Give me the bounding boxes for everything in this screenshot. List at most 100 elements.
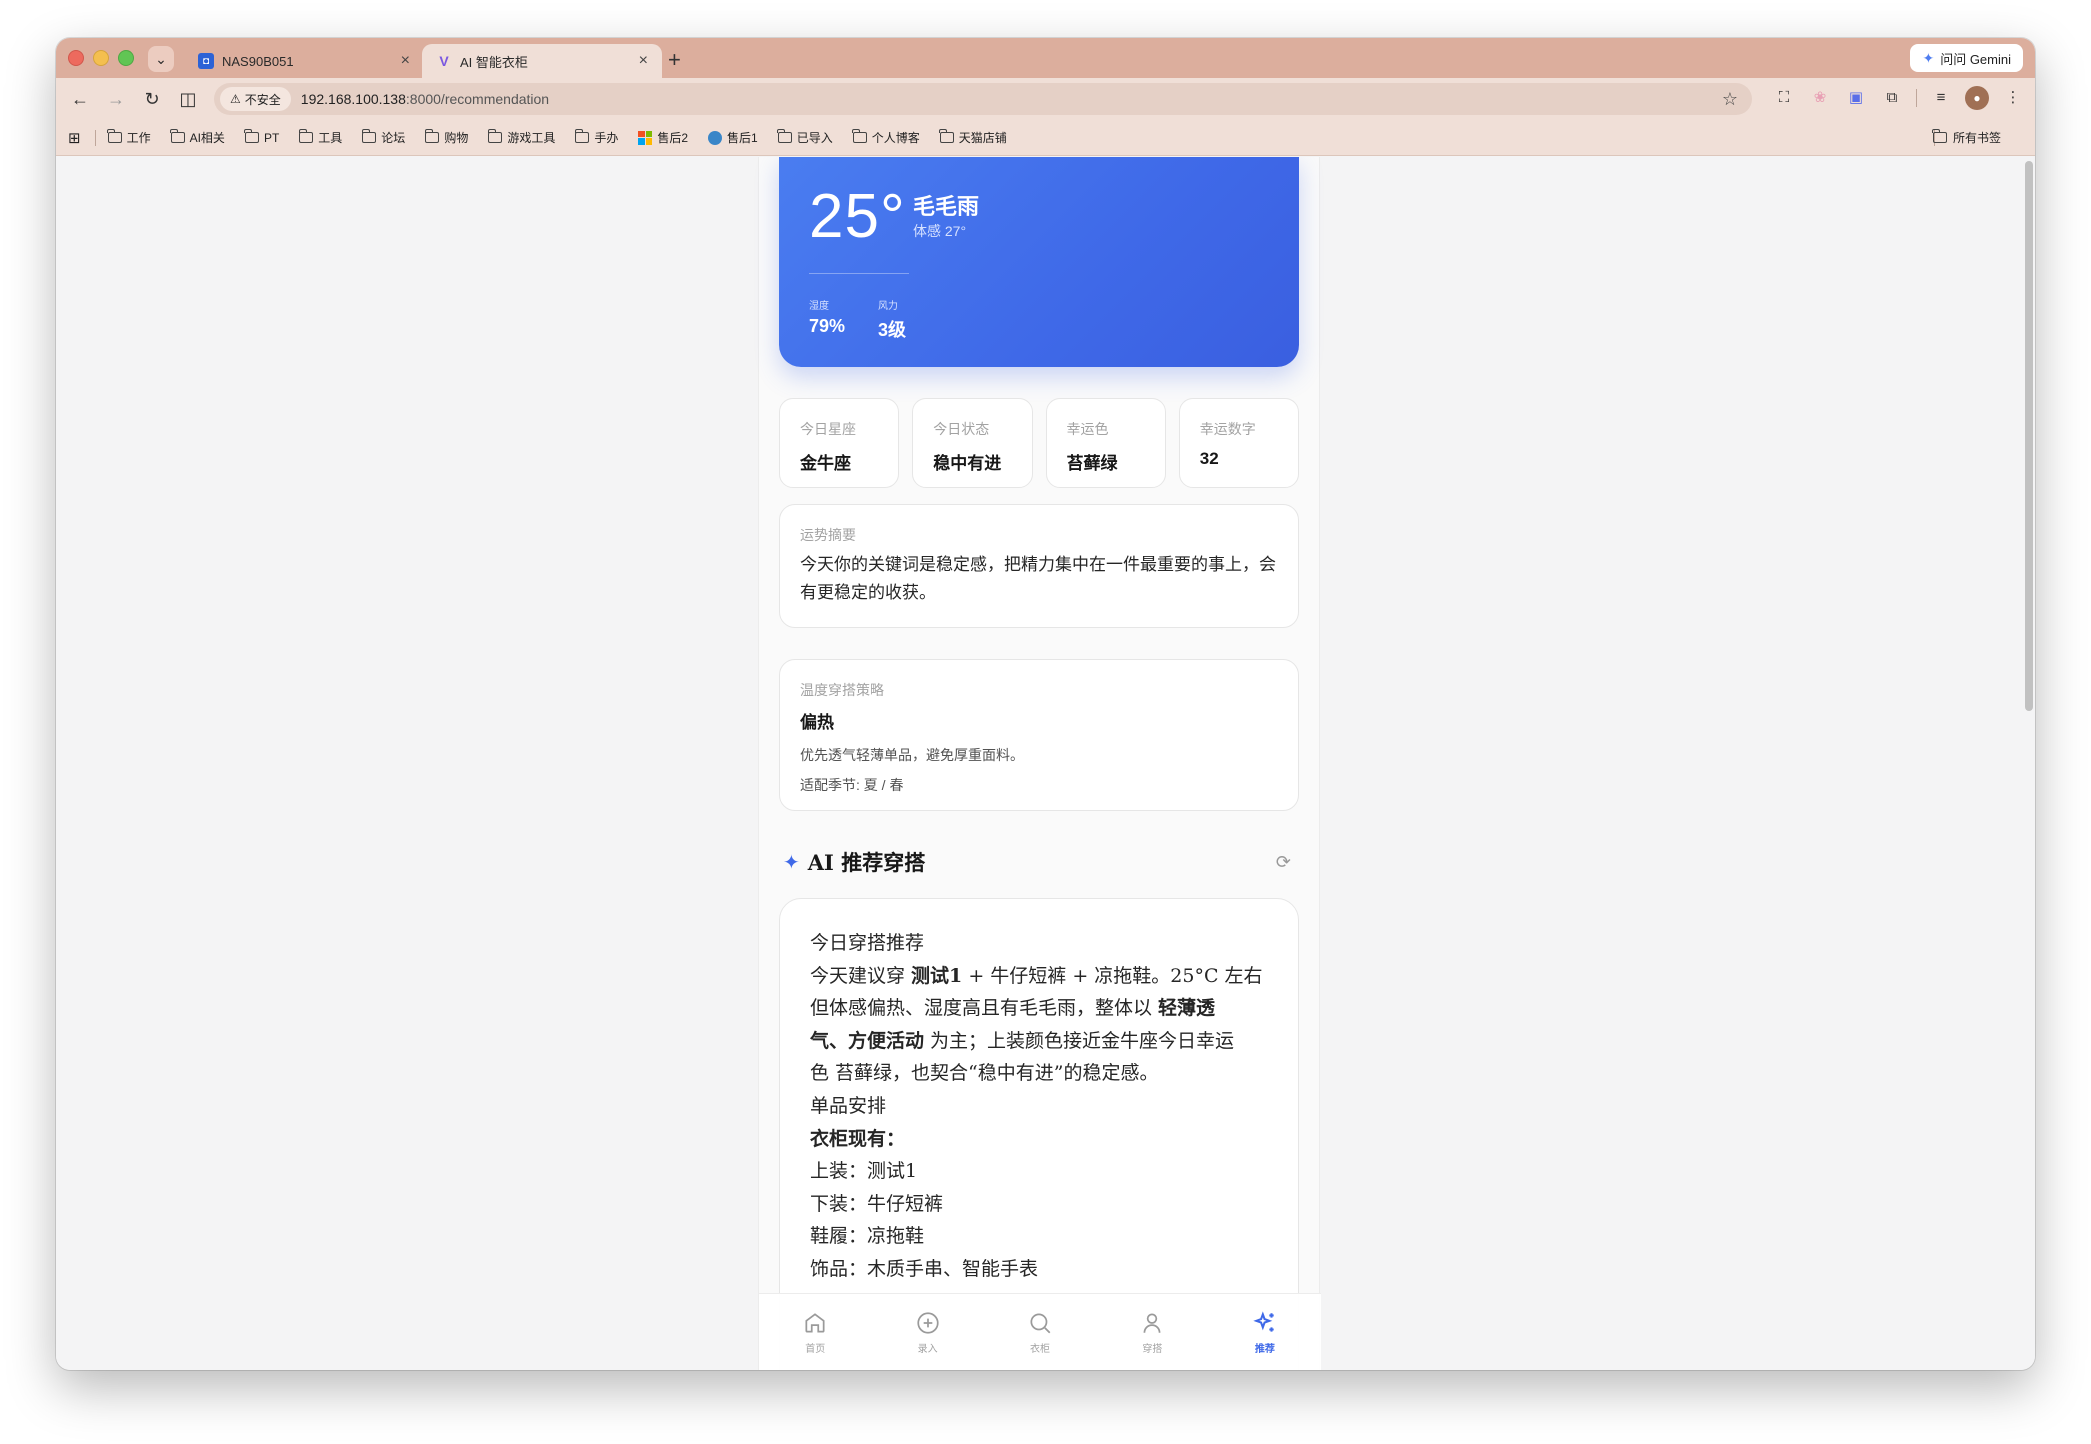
sparkles-icon [1253, 1311, 1274, 1332]
bookmark-label: 游戏工具 [507, 131, 556, 145]
reload-icon[interactable]: ↻ [134, 89, 170, 110]
page-scrollbar[interactable] [2025, 161, 2033, 711]
sidebar-icon[interactable]: ◫ [170, 89, 206, 110]
tab-ai-wardrobe[interactable]: V AI 智能衣柜 × [422, 44, 662, 78]
strategy-title: 偏热 [800, 713, 834, 732]
horoscope-row: 今日星座 金牛座 今日状态 稳中有进 幸运色 苔藓绿 幸运数字 32 [779, 398, 1299, 488]
bookmark-label: 售后2 [657, 131, 689, 145]
mini-value: 苔藓绿 [1066, 454, 1118, 473]
profile-avatar-icon[interactable]: ● [1965, 86, 1989, 110]
nav-outfit[interactable]: 穿搭 [1096, 1294, 1208, 1370]
screenshot-extension-icon[interactable]: ⛶ [1772, 86, 1796, 110]
browser-toolbar: ← → ↻ ◫ ⚠ 不安全 192.168.100.138:8000/recom… [56, 78, 2035, 120]
bookmark-item[interactable]: 工作 [107, 129, 151, 146]
microsoft-logo-icon [638, 130, 653, 145]
bookmark-label: 工具 [318, 131, 343, 145]
url-text[interactable]: 192.168.100.138:8000/recommendation [301, 91, 549, 107]
pink-extension-icon[interactable]: ❀ [1808, 86, 1832, 110]
bookmark-item[interactable]: 购物 [424, 129, 468, 146]
bookmark-item[interactable]: 个人博客 [852, 129, 920, 146]
bookmark-item[interactable]: 论坛 [361, 129, 405, 146]
bookmark-label: 天猫店铺 [958, 131, 1007, 145]
rec-item-top: 上装：测试1 [810, 1160, 918, 1183]
wind-label: 风力 [878, 301, 898, 312]
fortune-text: 今天你的关键词是稳定感，把精力集中在一件最重要的事上，会有更稳定的收获。 [800, 555, 1276, 602]
bookmark-star-icon[interactable]: ☆ [1722, 89, 1738, 110]
tab-search-button[interactable]: ⌄ [148, 46, 174, 72]
mini-value: 稳中有进 [933, 454, 1002, 473]
nav-wardrobe[interactable]: 衣柜 [984, 1294, 1096, 1370]
strategy-season: 适配季节: 夏 / 春 [800, 777, 904, 793]
bookmark-label: 已导入 [796, 131, 833, 145]
gemini-button[interactable]: ✦ 问问 Gemini [1910, 44, 2023, 72]
weather-condition: 毛毛雨 [913, 194, 980, 219]
wind-stat: 风力 3级 [878, 297, 906, 342]
rec-item-accessories: 饰品：木质手串、智能手表 [810, 1257, 1039, 1280]
rec-emphasis: 衣柜现有： [810, 1127, 906, 1150]
browser-window: ⌄ ◘ NAS90B051 × V AI 智能衣柜 × + ✦ 问问 Gemin… [56, 38, 2035, 1370]
nav-home[interactable]: 首页 [759, 1294, 871, 1370]
nav-label: 穿搭 [1142, 1344, 1163, 1355]
bookmark-item[interactable]: 手办 [574, 129, 618, 146]
folder-icon [777, 129, 792, 143]
gemini-label: 问问 Gemini [1940, 51, 2011, 67]
search-icon [1030, 1313, 1051, 1334]
blue-extension-icon[interactable]: ▣ [1844, 86, 1868, 110]
rec-heading: 今日穿搭推荐 [810, 932, 925, 954]
bookmark-item[interactable]: 售后1 [708, 129, 758, 146]
warning-icon: ⚠ [230, 92, 241, 106]
bookmark-item[interactable]: 售后2 [638, 129, 688, 146]
mini-value: 金牛座 [800, 454, 851, 473]
nav-add[interactable]: 录入 [871, 1294, 983, 1370]
menu-kebab-icon[interactable]: ⋮ [2001, 86, 2025, 110]
folder-icon [244, 129, 259, 143]
bookmark-item[interactable]: PT [244, 129, 280, 145]
media-control-icon[interactable]: ≡ [1929, 86, 1953, 110]
folder-icon [852, 129, 867, 143]
rec-subheading: 单品安排 [810, 1094, 887, 1117]
address-bar[interactable]: ⚠ 不安全 192.168.100.138:8000/recommendatio… [214, 83, 1752, 115]
wind-value: 3级 [878, 320, 907, 340]
rec-text: 但体感偏热、湿度高且有毛毛雨，整体以 [810, 997, 1159, 1020]
rec-item-shoes: 鞋履：凉拖鞋 [810, 1225, 925, 1248]
zodiac-card: 今日星座 金牛座 [779, 398, 900, 488]
rec-emphasis: 轻薄透 [1158, 997, 1216, 1020]
security-chip[interactable]: ⚠ 不安全 [220, 87, 291, 111]
bookmark-item[interactable]: AI相关 [170, 129, 225, 146]
nav-label: 推荐 [1254, 1344, 1275, 1355]
bookmark-label: PT [263, 130, 280, 145]
security-label: 不安全 [244, 92, 281, 107]
url-path: :8000/recommendation [405, 91, 550, 107]
rec-text: 今天建议穿 [810, 964, 912, 987]
fortune-label: 运势摘要 [800, 527, 856, 543]
minimize-window-button[interactable] [93, 50, 109, 66]
lucky-number-card: 幸运数字 32 [1178, 398, 1299, 488]
new-tab-button[interactable]: + [668, 44, 681, 76]
bookmark-label: 工作 [126, 131, 151, 145]
mini-label: 今日状态 [933, 421, 990, 437]
window-controls [68, 50, 134, 66]
all-bookmarks-button[interactable]: 所有书签 [1932, 129, 2001, 146]
back-icon[interactable]: ← [62, 89, 98, 110]
forward-icon[interactable]: → [98, 89, 134, 110]
bookmark-label: 所有书签 [1952, 131, 2001, 145]
bookmark-item[interactable]: 天猫店铺 [939, 129, 1007, 146]
home-icon [805, 1313, 825, 1333]
bookmark-item[interactable]: 游戏工具 [487, 129, 556, 146]
mini-value: 32 [1199, 449, 1219, 468]
humidity-stat: 湿度 79% [809, 297, 845, 337]
folder-icon [170, 129, 185, 143]
bookmark-item[interactable]: 工具 [298, 129, 343, 146]
maximize-window-button[interactable] [118, 50, 134, 66]
apps-grid-icon[interactable]: ⊞ [68, 129, 81, 147]
close-window-button[interactable] [68, 50, 84, 66]
nav-recommend[interactable]: 推荐 [1209, 1294, 1321, 1370]
tab-nas[interactable]: ◘ NAS90B051 × [184, 44, 424, 78]
close-tab-icon[interactable]: × [401, 52, 410, 70]
rec-line: 色 苔藓绿，也契合“稳中有进”的稳定感。 [810, 1062, 1159, 1085]
ai-section-header: ✦ AI 推荐穿搭 ⟳ [783, 847, 1299, 877]
extensions-puzzle-icon[interactable]: ⧉ [1880, 86, 1904, 110]
bookmark-item[interactable]: 已导入 [777, 129, 833, 146]
refresh-icon[interactable]: ⟳ [1276, 852, 1291, 873]
close-tab-icon[interactable]: × [639, 52, 648, 70]
